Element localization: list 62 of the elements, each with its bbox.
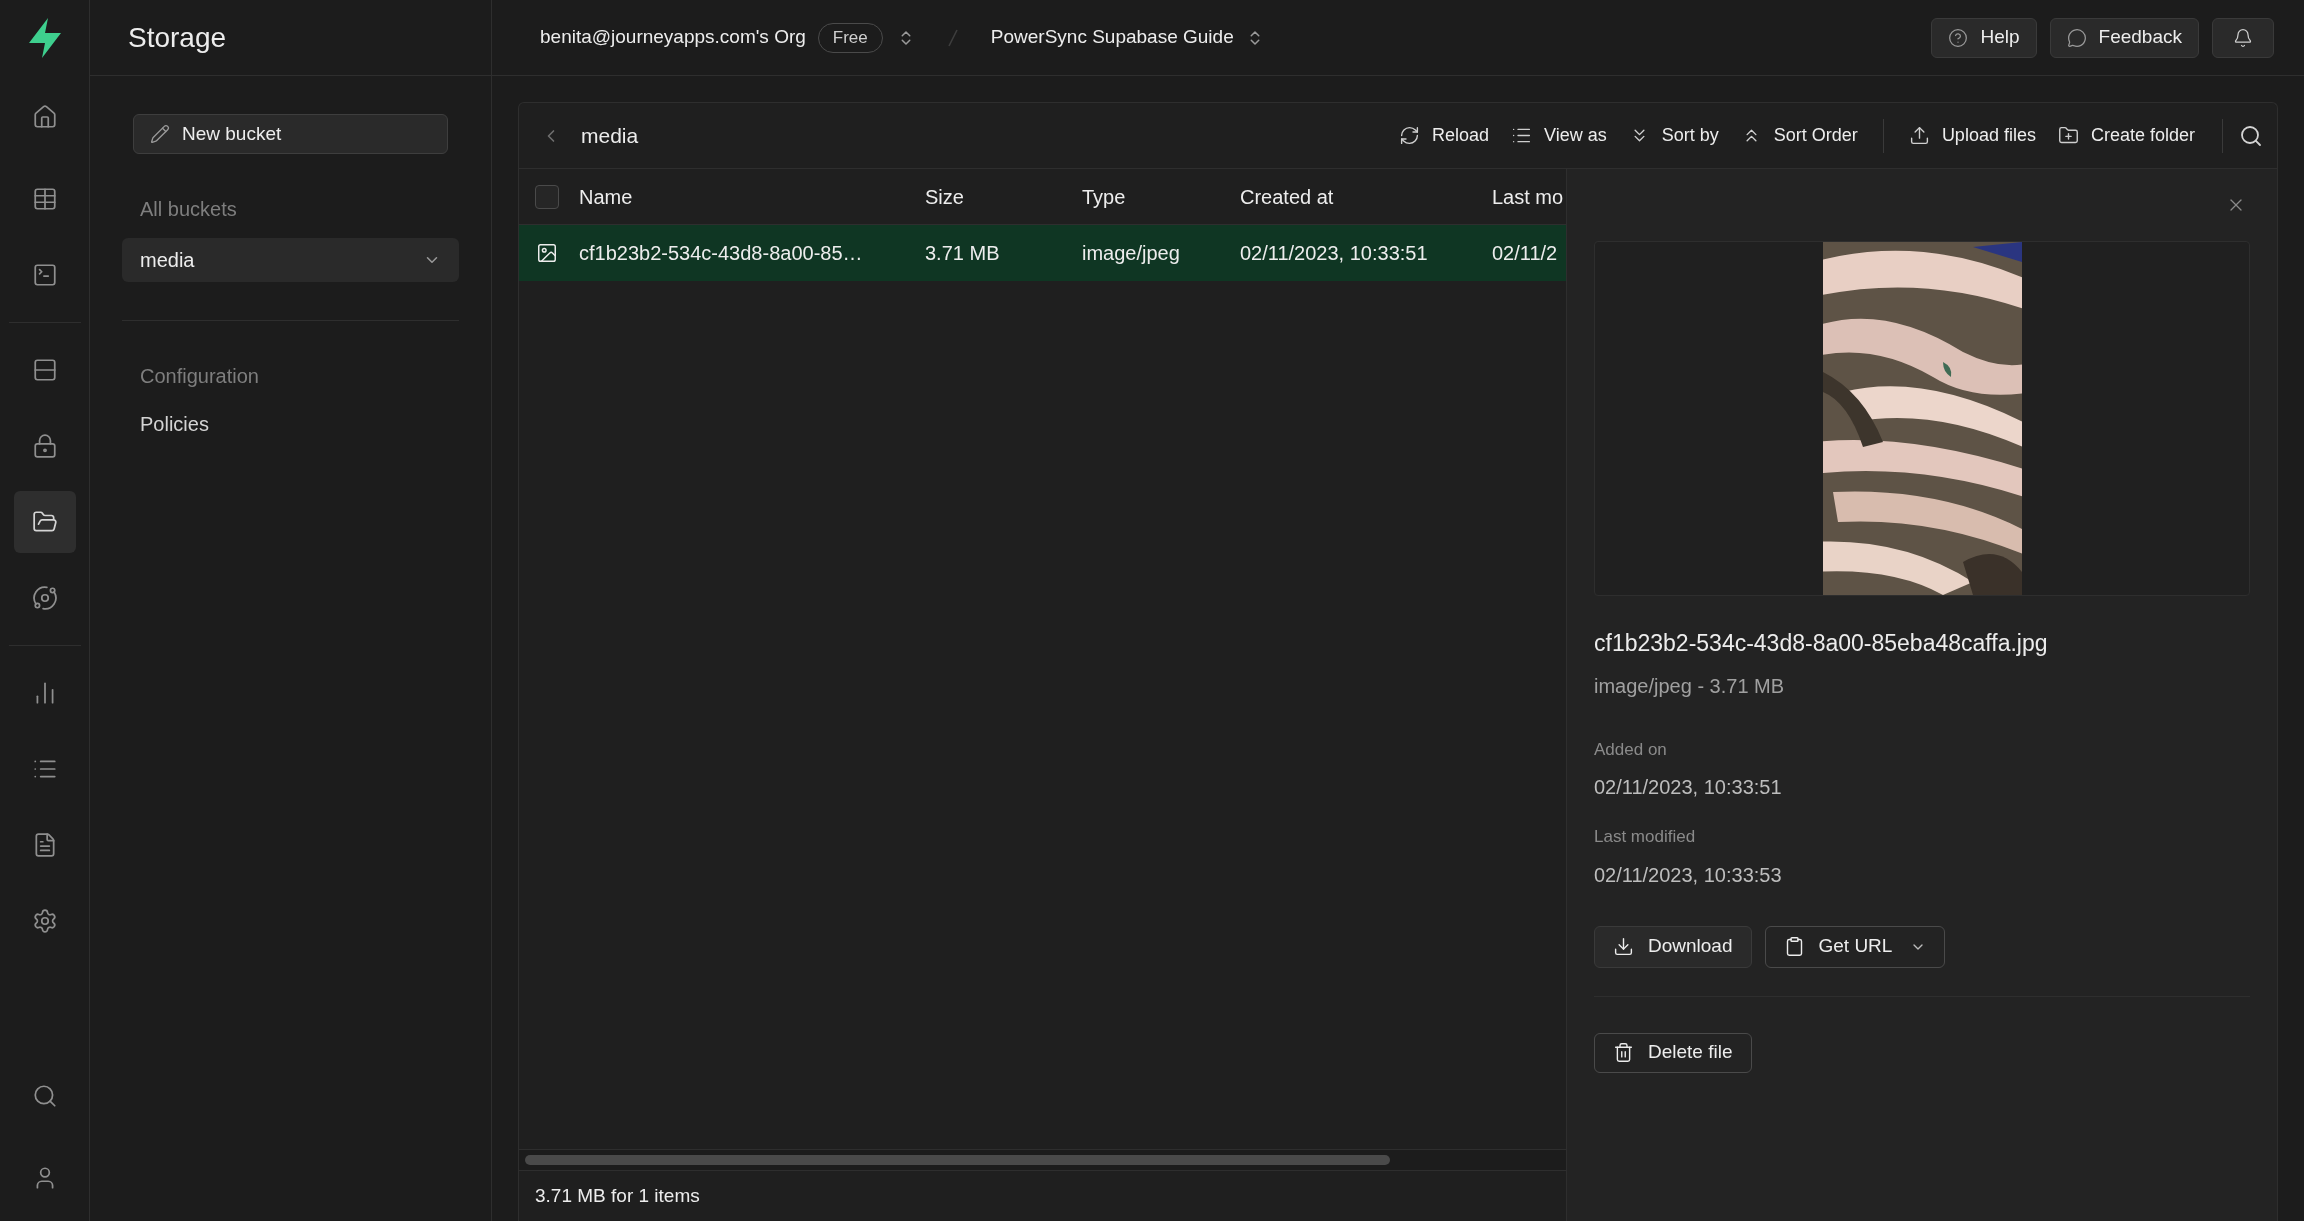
get-url-button[interactable]: Get URL (1764, 925, 1946, 968)
table-cell: image/jpeg (1082, 242, 1180, 264)
toolbar-button[interactable]: Sort by (1617, 115, 1730, 156)
scrollbar-thumb[interactable] (525, 1155, 1390, 1165)
section-heading: All buckets (139, 197, 238, 222)
search-icon[interactable] (2239, 123, 2263, 148)
home-icon (31, 104, 58, 130)
folder-plus-icon (2057, 125, 2079, 146)
bucket-item[interactable]: media (122, 238, 459, 282)
settings-icon (31, 908, 58, 934)
search-icon (31, 1083, 58, 1109)
trash-icon (1613, 1042, 1634, 1063)
help-button[interactable]: Help (1931, 17, 2037, 58)
file-meta: image/jpeg - 3.71 MB (1594, 673, 1786, 699)
org-name[interactable]: benita@journeyapps.com's Org (540, 23, 806, 52)
field-value: 02/11/2023, 10:33:51 (1594, 775, 1783, 800)
download-button[interactable]: Download (1594, 925, 1752, 968)
field-label: Added on (1594, 738, 1668, 761)
project-name[interactable]: PowerSync Supabase Guide (990, 23, 1234, 52)
policies-link[interactable]: Policies (122, 409, 459, 439)
table-icon (31, 186, 58, 212)
toolbar-button[interactable]: Reload (1388, 115, 1501, 156)
notifications-button[interactable] (2212, 17, 2274, 58)
download-icon (1613, 936, 1634, 957)
nav-button[interactable] (13, 491, 76, 553)
toolbar-button[interactable]: Sort Order (1729, 115, 1869, 156)
file-row[interactable]: cf1b23b2-534c-43d8-8a00-85… 3.71 MB image/jpeg 02/11/2023, 10:33:51 02/11/2 (519, 225, 1566, 281)
folder-icon (31, 509, 58, 535)
terminal-icon (31, 262, 58, 288)
table-cell: 02/11/2023, 10:33:51 (1240, 242, 1428, 264)
toolbar-button[interactable]: Upload files (1897, 115, 2047, 156)
toolbar-button[interactable]: Create folder (2046, 115, 2206, 156)
edit-icon (150, 124, 170, 144)
new-bucket-button[interactable]: New bucket (133, 114, 448, 154)
column-header[interactable]: Created at (1240, 185, 1334, 208)
speech-bubble-icon (2066, 27, 2087, 48)
table-cell: 3.71 MB (925, 242, 1000, 264)
delete-file-button[interactable]: Delete file (1594, 1032, 1752, 1073)
feedback-button[interactable]: Feedback (2049, 17, 2199, 58)
column-header[interactable]: Size (925, 185, 964, 208)
table-cell: 02/11/2 (1492, 242, 1558, 264)
database-icon (31, 357, 58, 383)
file-name: cf1b23b2-534c-43d8-8a00-85eba48caffa.jpg (1594, 629, 2049, 658)
orbit-icon (31, 585, 58, 611)
page-title: Storage (128, 20, 227, 55)
lock-icon (31, 433, 58, 459)
table-cell: cf1b23b2-534c-43d8-8a00-85… (579, 242, 863, 264)
bell-icon (2233, 27, 2253, 48)
help-icon (1948, 27, 1969, 48)
refresh-icon (1399, 125, 1421, 146)
column-header[interactable]: Type (1082, 185, 1126, 208)
select-all-checkbox[interactable] (535, 184, 559, 209)
section-heading: Configuration (139, 364, 260, 389)
folder-path: media (581, 122, 639, 149)
upload-icon (1908, 125, 1930, 146)
image-file-icon (536, 242, 558, 264)
column-header[interactable]: Last mo (1492, 185, 1564, 208)
field-value: 02/11/2023, 10:33:53 (1594, 862, 1783, 888)
item-count: 3.71 MB for 1 items (535, 1183, 700, 1208)
toolbar-button[interactable]: View as (1500, 115, 1618, 156)
column-header[interactable]: Name (579, 185, 633, 208)
field-label: Last modified (1594, 826, 1697, 848)
